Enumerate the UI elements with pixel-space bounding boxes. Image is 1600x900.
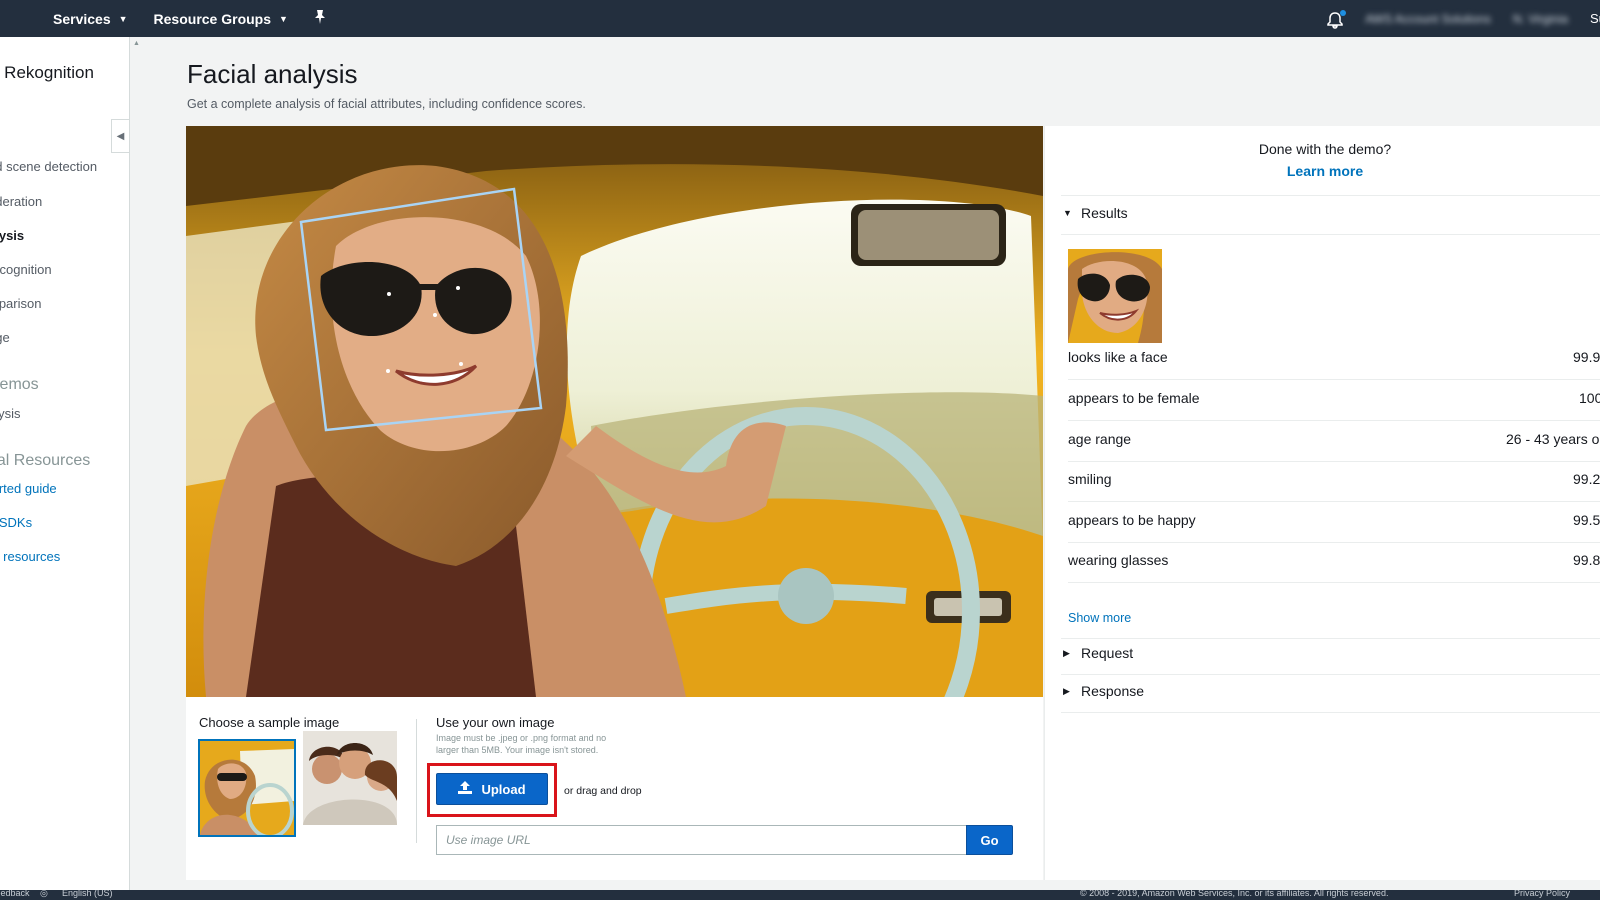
- results-header: Results: [1081, 205, 1128, 221]
- chevron-left-icon: ◀: [116, 130, 125, 142]
- divider: [1061, 712, 1600, 713]
- drag-drop-hint: or drag and drop: [564, 785, 642, 797]
- result-row: appears to be female 100 %: [1068, 380, 1600, 421]
- privacy-link[interactable]: Privacy Policy: [1514, 890, 1570, 898]
- result-value: 100 %: [1579, 390, 1600, 406]
- results-panel: Done with the demo? Learn more ▼ Results…: [1044, 126, 1600, 880]
- result-label: appears to be female: [1068, 390, 1200, 406]
- result-value: 99.8 %: [1573, 552, 1600, 568]
- sidebar-item-celebrity-recognition[interactable]: recognition: [0, 262, 52, 277]
- request-section-toggle[interactable]: ▶ Request: [1063, 645, 1133, 661]
- detected-face-thumbnail: [1068, 249, 1162, 343]
- response-header: Response: [1081, 683, 1145, 699]
- notification-dot: [1340, 9, 1347, 16]
- show-more-link[interactable]: Show more: [1068, 611, 1131, 625]
- footer-bar: Feedback ◎ English (US) © 2008 - 2019, A…: [0, 890, 1600, 900]
- sidebar-link-sdks[interactable]: d SDKs: [0, 515, 32, 530]
- results-section-toggle[interactable]: ▼ Results: [1063, 205, 1128, 221]
- done-demo-question: Done with the demo?: [1258, 141, 1392, 157]
- sample-image-label: Choose a sample image: [199, 715, 340, 730]
- result-label: appears to be happy: [1068, 512, 1196, 528]
- caret-right-icon: ▶: [1063, 647, 1070, 658]
- thumbnail-image: [303, 731, 397, 825]
- scroll-up-arrow-icon[interactable]: ▲: [133, 40, 140, 47]
- go-button[interactable]: Go: [966, 825, 1013, 855]
- account-menu[interactable]: AWS Account Solutions: [1365, 12, 1491, 26]
- response-section-toggle[interactable]: ▶ Response: [1063, 683, 1144, 699]
- sidebar-link-getting-started[interactable]: tarted guide: [0, 481, 57, 496]
- image-url-input[interactable]: [436, 825, 966, 855]
- result-row: looks like a face 99.9 %: [1068, 339, 1600, 380]
- divider: [1061, 195, 1600, 196]
- sample-photo-woman-driving: [186, 126, 1043, 697]
- request-header: Request: [1081, 645, 1134, 661]
- result-row: smiling 99.2 %: [1068, 461, 1600, 502]
- caret-down-icon: ▼: [1063, 208, 1072, 218]
- top-navigation-bar: Services ▼ Resource Groups ▼ AWS Account…: [0, 0, 1600, 37]
- copyright-text: © 2008 - 2019, Amazon Web Services, Inc.…: [1080, 890, 1389, 898]
- face-crop-image: [1068, 249, 1162, 343]
- result-value: 26 - 43 years old: [1506, 431, 1600, 447]
- resource-groups-label: Resource Groups: [153, 10, 272, 27]
- chevron-down-icon: ▼: [118, 13, 128, 24]
- result-value: 99.2 %: [1573, 471, 1600, 487]
- sample-thumbnail-driving[interactable]: [198, 739, 296, 837]
- image-source-controls: Choose a sample image Use your own image…: [186, 697, 1043, 880]
- result-label: looks like a face: [1068, 349, 1168, 365]
- sidebar-item-object-scene-detection[interactable]: nd scene detection: [0, 159, 97, 174]
- divider: [1061, 234, 1600, 235]
- controls-divider: [416, 719, 417, 843]
- support-menu[interactable]: Support: [1590, 11, 1600, 26]
- upload-button[interactable]: Upload: [436, 773, 548, 805]
- sidebar-item-text-in-image[interactable]: age: [0, 330, 10, 345]
- result-value: 99.9 %: [1573, 349, 1600, 365]
- pin-icon[interactable]: [314, 10, 326, 27]
- topnav-right: AWS Account Solutions N. Virginia Suppor…: [1325, 0, 1600, 37]
- services-label: Services: [53, 10, 111, 27]
- result-label: smiling: [1068, 471, 1112, 487]
- analyzed-image: [186, 126, 1043, 697]
- result-label: age range: [1068, 431, 1132, 447]
- sidebar-section-resources: nal Resources: [0, 452, 91, 469]
- own-image-note: Image must be .jpeg or .png format and n…: [436, 733, 607, 755]
- chevron-down-icon: ▼: [279, 13, 288, 24]
- result-row: wearing glasses 99.8 %: [1068, 542, 1600, 583]
- sidebar-item-demo-analysis[interactable]: alysis: [0, 406, 21, 421]
- resource-groups-menu[interactable]: Resource Groups ▼: [154, 11, 288, 27]
- caret-right-icon: ▶: [1063, 685, 1070, 696]
- result-label: wearing glasses: [1068, 552, 1169, 568]
- sidebar-collapse-button[interactable]: ◀: [111, 119, 129, 153]
- upload-button-label: Upload: [481, 781, 526, 797]
- result-row: appears to be happy 99.5 %: [1068, 502, 1600, 543]
- sidebar-section-demos: Demos: [0, 376, 39, 393]
- bell-icon[interactable]: [1325, 8, 1347, 30]
- region-menu[interactable]: N. Virginia: [1513, 12, 1568, 26]
- language-selector[interactable]: English (US): [62, 890, 113, 898]
- sidebar-item-image-moderation[interactable]: oderation: [0, 194, 42, 209]
- upload-icon: [458, 781, 473, 797]
- sidebar-item-facial-analysis[interactable]: alysis: [0, 228, 24, 243]
- feedback-link[interactable]: Feedback: [0, 890, 30, 898]
- sidebar-service-title: n Rekognition: [0, 63, 94, 82]
- sidebar: n Rekognition nd scene detection oderati…: [0, 37, 130, 890]
- thumbnail-image: [200, 741, 294, 835]
- sidebar-link-other-resources[interactable]: er resources: [0, 549, 60, 564]
- learn-more-link[interactable]: Learn more: [1045, 163, 1600, 179]
- own-image-label: Use your own image: [436, 715, 555, 730]
- result-row: age range 26 - 43 years old: [1068, 421, 1600, 462]
- services-menu[interactable]: Services ▼: [53, 11, 128, 27]
- sidebar-item-face-comparison[interactable]: mparison: [0, 296, 41, 311]
- page-title: Facial analysis: [187, 59, 358, 89]
- result-value: 99.5 %: [1573, 512, 1600, 528]
- divider: [1061, 638, 1600, 639]
- globe-icon: ◎: [40, 890, 48, 898]
- sample-thumbnail-family[interactable]: [303, 731, 397, 825]
- divider: [1061, 674, 1600, 675]
- page-subtitle: Get a complete analysis of facial attrib…: [187, 97, 586, 111]
